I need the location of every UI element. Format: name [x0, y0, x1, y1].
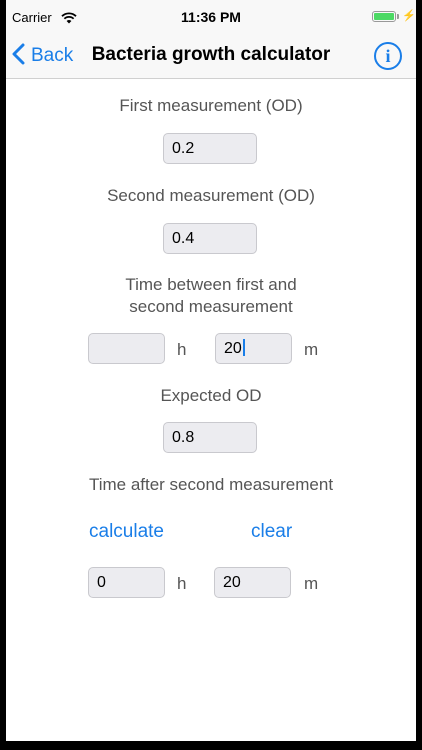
status-bar: Carrier 11:36 PM ⚡ [6, 0, 416, 34]
time-between-label-line1: Time between first and [125, 275, 297, 294]
page-title: Bacteria growth calculator [91, 44, 331, 65]
result-hours-unit: h [177, 574, 187, 593]
result-minutes-unit: m [304, 574, 319, 593]
charging-bolt-icon: ⚡ [402, 10, 416, 22]
time-between-label-line2: second measurement [129, 297, 293, 316]
first-measurement-field[interactable]: 0.2 [163, 133, 257, 164]
result-minutes-field[interactable]: 20 [214, 567, 291, 598]
time-between-hours-unit: h [177, 340, 187, 359]
text-cursor [242, 339, 245, 356]
navigation-bar: Back Bacteria growth calculator i [6, 34, 416, 79]
second-measurement-field[interactable]: 0.4 [163, 223, 257, 254]
expected-od-field[interactable]: 0.8 [163, 422, 257, 453]
battery-cap [397, 14, 399, 19]
first-measurement-label: First measurement (OD) [119, 96, 303, 115]
time-between-minutes-value: 20 [224, 340, 242, 357]
clear-button[interactable]: clear [251, 521, 292, 543]
result-hours-field[interactable]: 0 [88, 567, 165, 598]
time-between-hours-field[interactable] [88, 333, 165, 364]
time-between-minutes-unit: m [304, 340, 319, 359]
time-after-label: Time after second measurement [88, 475, 334, 494]
expected-od-label: Expected OD [160, 386, 262, 405]
info-icon[interactable]: i [374, 42, 402, 70]
battery-icon [372, 11, 396, 22]
second-measurement-label: Second measurement (OD) [107, 186, 315, 205]
app-screen: Carrier 11:36 PM ⚡ Back Bacteria growth … [6, 0, 416, 741]
status-time: 11:36 PM [181, 9, 241, 25]
calculate-button[interactable]: calculate [89, 521, 164, 543]
time-between-minutes-field[interactable]: 20 [215, 333, 292, 364]
